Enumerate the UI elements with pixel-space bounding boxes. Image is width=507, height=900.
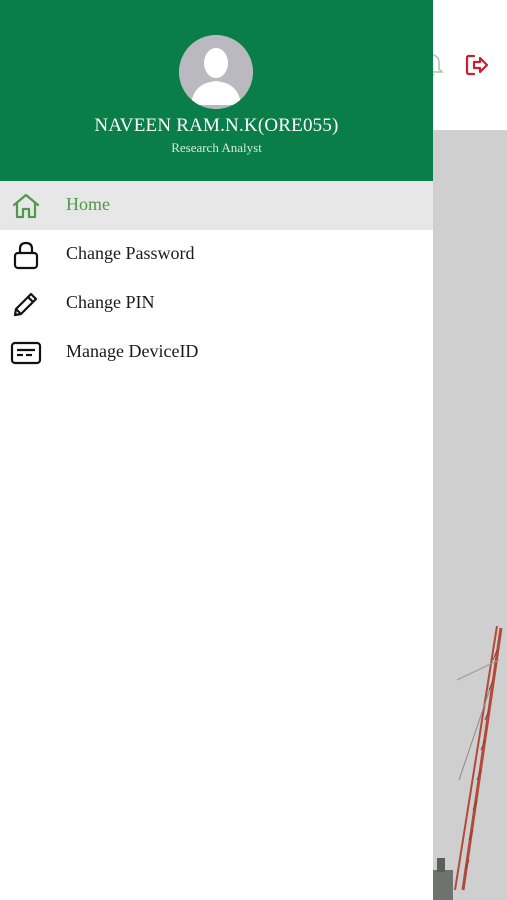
menu-item-label: Change PIN xyxy=(66,292,155,312)
user-role: Research Analyst xyxy=(171,140,262,155)
crane-image xyxy=(433,620,507,900)
menu-item-label: Manage DeviceID xyxy=(66,341,199,361)
logout-icon[interactable] xyxy=(464,52,490,78)
user-avatar-icon xyxy=(179,35,253,109)
user-name: NAVEEN RAM.N.K(ORE055) xyxy=(94,115,339,136)
pencil-icon xyxy=(9,288,42,320)
drawer-menu: Home Change Password Change PIN Manage D… xyxy=(0,181,433,377)
home-icon xyxy=(9,190,42,222)
avatar[interactable] xyxy=(179,35,253,109)
menu-item-home[interactable]: Home xyxy=(0,181,433,230)
lock-icon xyxy=(9,239,42,271)
device-card-icon xyxy=(9,337,42,369)
menu-item-label: Home xyxy=(66,194,110,214)
navigation-drawer: NAVEEN RAM.N.K(ORE055) Research Analyst … xyxy=(0,0,433,900)
menu-item-label: Change Password xyxy=(66,243,195,263)
menu-item-change-password[interactable]: Change Password xyxy=(0,230,433,279)
drawer-header: NAVEEN RAM.N.K(ORE055) Research Analyst xyxy=(0,0,433,181)
menu-item-manage-deviceid[interactable]: Manage DeviceID xyxy=(0,328,433,377)
menu-item-change-pin[interactable]: Change PIN xyxy=(0,279,433,328)
